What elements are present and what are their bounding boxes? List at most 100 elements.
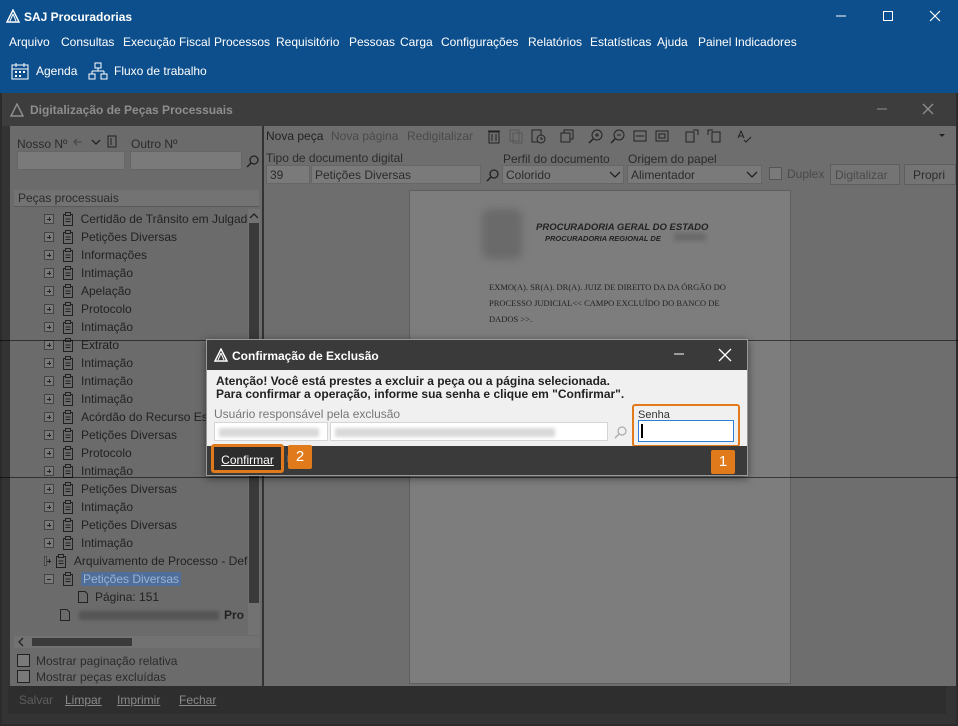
tree-item[interactable]: Petições Diversas (14, 570, 254, 588)
menu-ajuda[interactable]: Ajuda (657, 35, 688, 49)
tree-item[interactable]: Informações (14, 246, 254, 264)
menu-consultas[interactable]: Consultas (61, 35, 114, 49)
minimize-button[interactable] (826, 6, 856, 26)
senha-input[interactable] (638, 420, 734, 442)
tree-item[interactable]: Intimação (14, 534, 254, 552)
propriedades-button[interactable]: Propri (904, 164, 956, 185)
tree-item[interactable]: Petições Diversas (14, 480, 254, 498)
expand-toggle-icon[interactable] (44, 430, 54, 440)
menu-processos[interactable]: Processos (214, 35, 270, 49)
expand-toggle-icon[interactable] (44, 286, 54, 296)
user-search-icon[interactable] (614, 425, 628, 439)
tree-item[interactable]: Petições Diversas (14, 516, 254, 534)
workflow-button[interactable]: Fluxo de trabalho (88, 56, 207, 86)
expand-toggle-icon[interactable] (44, 520, 54, 530)
dialog-minimize-button[interactable] (671, 348, 687, 362)
confirm-button[interactable]: Confirmar (211, 444, 284, 473)
menu-painel-indicadores[interactable]: Painel Indicadores (698, 35, 797, 49)
origem-select[interactable]: Alimentador (627, 165, 762, 184)
menu-requisitorio[interactable]: Requisitório (276, 35, 339, 49)
expand-toggle-icon[interactable] (44, 250, 54, 260)
spellcheck-icon[interactable] (736, 128, 752, 144)
tree-item[interactable]: Protocolo (14, 300, 254, 318)
expand-toggle-icon[interactable] (44, 358, 54, 368)
menu-execucao-fiscal[interactable]: Execução Fiscal (123, 35, 210, 49)
menu-arquivo[interactable]: Arquivo (9, 35, 50, 49)
back-arrow-icon[interactable] (72, 136, 84, 148)
inner-close-button[interactable] (920, 101, 936, 117)
stack-icon[interactable] (559, 128, 575, 144)
inner-minimize-button[interactable] (874, 101, 890, 117)
chevron-down-icon[interactable] (90, 136, 102, 148)
zoom-out-icon[interactable] (610, 128, 626, 144)
copy-page-icon[interactable] (508, 128, 524, 144)
scroll-left-icon[interactable] (15, 636, 27, 648)
imprimir-button[interactable]: Imprimir (117, 693, 160, 707)
notebook-icon[interactable] (106, 135, 118, 148)
tree-item[interactable]: Certidão de Trânsito em Julgado (14, 210, 254, 228)
tipo-descricao-input[interactable]: Petições Diversas (311, 165, 481, 184)
limpar-button[interactable]: Limpar (65, 693, 102, 707)
salvar-button[interactable]: Salvar (19, 693, 53, 707)
expand-toggle-icon[interactable] (44, 268, 54, 278)
menu-configuracoes[interactable]: Configurações (441, 35, 518, 49)
perfil-select[interactable]: Colorido (502, 165, 624, 184)
expand-toggle-icon[interactable] (44, 394, 54, 404)
nosso-numero-input[interactable] (17, 151, 125, 170)
expand-toggle-icon[interactable] (44, 232, 54, 242)
expand-toggle-icon[interactable] (44, 484, 54, 494)
fechar-button[interactable]: Fechar (179, 693, 216, 707)
maximize-button[interactable] (873, 6, 903, 26)
toolbar-dropdown-icon[interactable] (937, 131, 947, 141)
tree-item[interactable]: Intimação (14, 318, 254, 336)
tipo-codigo-input[interactable]: 39 (266, 165, 310, 184)
rotate-right-icon[interactable] (684, 128, 700, 144)
tree-horizontal-scroll-thumb[interactable] (32, 638, 132, 646)
scroll-up-icon[interactable] (248, 210, 260, 222)
agenda-button[interactable]: Agenda (10, 56, 77, 86)
expand-toggle-icon[interactable] (44, 502, 54, 512)
expand-toggle-icon[interactable] (44, 322, 54, 332)
fit-width-icon[interactable] (632, 128, 648, 144)
expand-toggle-icon[interactable] (44, 448, 54, 458)
menu-pessoas[interactable]: Pessoas (349, 35, 395, 49)
expand-toggle-icon[interactable] (44, 466, 54, 476)
menu-estatisticas[interactable]: Estatísticas (590, 35, 651, 49)
nova-peca-button[interactable]: Nova peça (266, 129, 323, 143)
expand-toggle-icon[interactable] (44, 412, 54, 422)
fit-page-icon[interactable] (654, 128, 670, 144)
expand-toggle-icon[interactable] (44, 538, 54, 548)
delete-icon[interactable] (486, 128, 502, 144)
history-icon[interactable] (530, 128, 546, 144)
tree-process-item[interactable]: Pro (14, 606, 254, 624)
expand-toggle-icon[interactable] (44, 556, 51, 566)
menu-relatorios[interactable]: Relatórios (528, 35, 582, 49)
tree-page-item[interactable]: Página: 151 (14, 588, 254, 606)
expand-toggle-icon[interactable] (44, 304, 54, 314)
search-icon[interactable] (246, 154, 260, 168)
dialog-close-button[interactable] (718, 348, 732, 362)
relative-pagination-checkbox[interactable] (17, 654, 30, 667)
redigitalizar-button[interactable]: Redigitalizar (407, 129, 473, 143)
user-name-field[interactable] (330, 422, 608, 441)
digitalizar-button[interactable]: Digitalizar (830, 164, 900, 185)
show-deleted-checkbox[interactable] (17, 670, 30, 683)
outro-numero-input[interactable] (130, 151, 242, 170)
duplex-checkbox[interactable] (769, 167, 782, 180)
tree-item[interactable]: Petições Diversas (14, 228, 254, 246)
expand-toggle-icon[interactable] (44, 214, 54, 224)
expand-toggle-icon[interactable] (44, 340, 54, 350)
tipo-search-icon[interactable] (486, 168, 500, 182)
rotate-left-icon[interactable] (706, 128, 722, 144)
tree-item[interactable]: Arquivamento de Processo - Defe (14, 552, 254, 570)
close-button[interactable] (920, 6, 950, 26)
user-code-field[interactable] (214, 422, 328, 441)
tree-item[interactable]: Intimação (14, 498, 254, 516)
collapse-toggle-icon[interactable] (44, 574, 54, 584)
tree-item[interactable]: Apelação (14, 282, 254, 300)
nova-pagina-button[interactable]: Nova página (331, 129, 398, 143)
zoom-in-icon[interactable] (588, 128, 604, 144)
menu-carga[interactable]: Carga (400, 35, 433, 49)
expand-toggle-icon[interactable] (44, 376, 54, 386)
tree-item[interactable]: Intimação (14, 264, 254, 282)
